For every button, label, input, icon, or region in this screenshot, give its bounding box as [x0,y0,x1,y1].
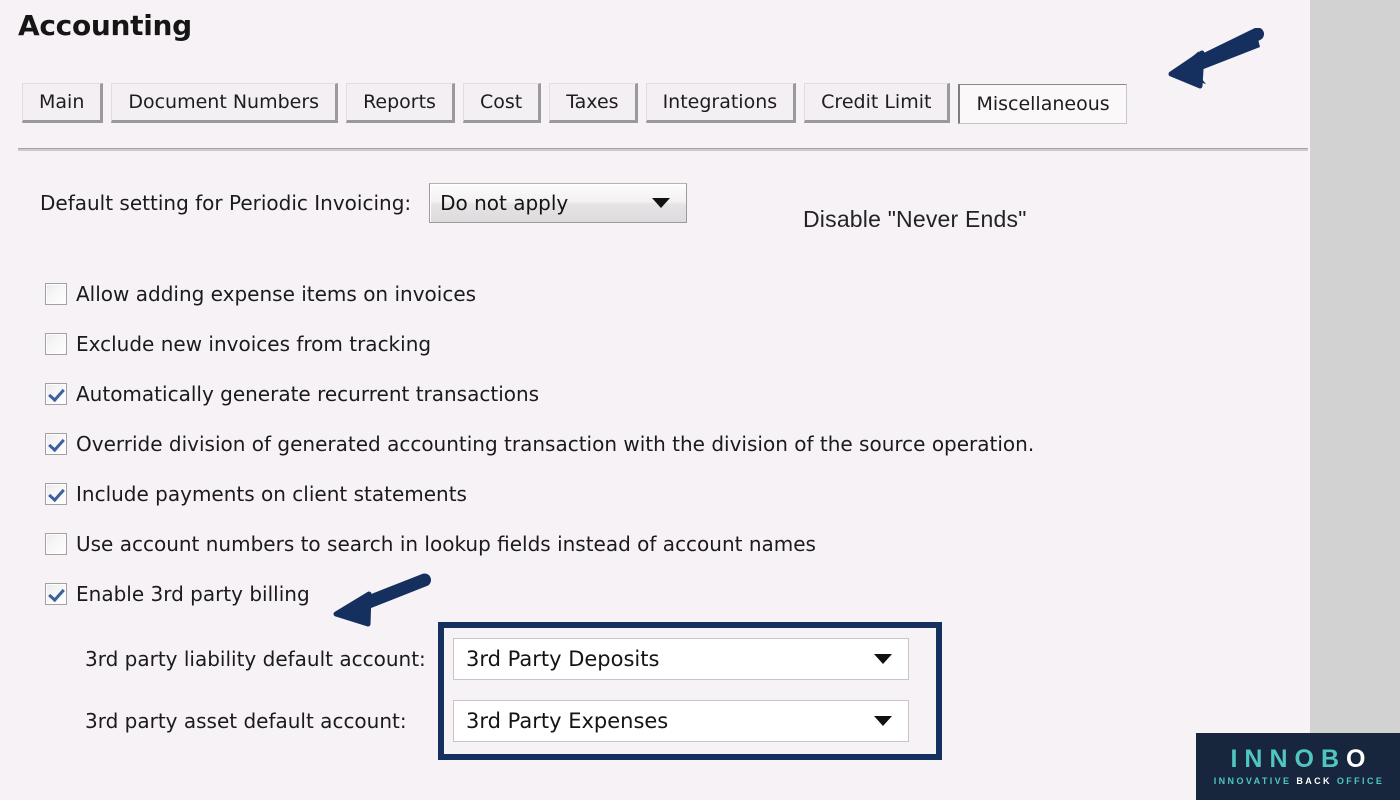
checkbox-row-exclude-new-invoices[interactable]: Exclude new invoices from tracking [45,331,1034,357]
periodic-invoicing-row: Default setting for Periodic Invoicing: … [40,183,688,223]
annotation-note: Disable "Never Ends" [803,206,1027,232]
right-grey-panel [1310,0,1400,800]
checkbox-label: Exclude new invoices from tracking [76,332,432,356]
tab-miscellaneous[interactable]: Miscellaneous [958,84,1127,124]
page-title: Accounting [18,9,192,42]
checkbox-unchecked-icon[interactable] [45,283,67,305]
tab-integrations[interactable]: Integrations [645,83,797,123]
tab-strip: Main Document Numbers Reports Cost Taxes… [22,83,1127,124]
logo-word-white: O [1346,745,1373,773]
checkbox-unchecked-icon[interactable] [45,333,67,355]
tab-reports[interactable]: Reports [346,83,455,123]
periodic-invoicing-select[interactable]: Do not apply [429,183,688,223]
checkbox-label: Override division of generated accountin… [76,432,1035,456]
innobo-logo: INNOBO INNOVATIVE BACK OFFICE [1196,733,1400,800]
checkbox-label: Include payments on client statements [76,482,467,506]
app-screen: Accounting Main Document Numbers Reports… [0,0,1400,800]
checkbox-checked-icon[interactable] [45,583,67,605]
tab-label: Main [39,91,85,113]
tab-document-numbers[interactable]: Document Numbers [111,83,339,123]
third-party-liability-value: 3rd Party Deposits [466,647,660,671]
tab-main[interactable]: Main [22,83,104,123]
logo-tagline: INNOVATIVE BACK OFFICE [1214,777,1385,786]
checkbox-label: Enable 3rd party billing [76,582,310,606]
checkbox-checked-icon[interactable] [45,433,67,455]
third-party-liability-select[interactable]: 3rd Party Deposits [453,638,909,680]
checkbox-row-auto-recurrent-transactions[interactable]: Automatically generate recurrent transac… [45,381,1034,407]
tab-label: Reports [363,91,436,113]
checkbox-unchecked-icon[interactable] [45,533,67,555]
periodic-invoicing-label: Default setting for Periodic Invoicing: [40,191,412,215]
tab-credit-limit[interactable]: Credit Limit [804,83,951,123]
third-party-liability-row: 3rd party liability default account: 3rd… [85,638,909,680]
arrow-left-icon [1168,28,1264,89]
tab-label: Credit Limit [821,91,932,113]
third-party-asset-select[interactable]: 3rd Party Expenses [453,700,909,742]
checkbox-row-override-division[interactable]: Override division of generated accountin… [45,431,1034,457]
tab-taxes[interactable]: Taxes [549,83,638,123]
logo-wordmark: INNOBO [1230,747,1372,772]
logo-word-teal: INNOB [1230,745,1347,773]
third-party-asset-label: 3rd party asset default account: [85,709,407,733]
checkbox-row-allow-expense-items[interactable]: Allow adding expense items on invoices [45,281,1034,307]
chevron-down-icon [652,198,671,208]
tab-cost[interactable]: Cost [462,83,542,123]
checkbox-label: Automatically generate recurrent transac… [76,382,540,406]
periodic-invoicing-value: Do not apply [440,191,569,215]
third-party-liability-label: 3rd party liability default account: [85,647,426,671]
checkbox-checked-icon[interactable] [45,383,67,405]
tab-label: Integrations [662,91,778,113]
chevron-down-icon [874,716,892,726]
logo-tagline-part3: OFFICE [1336,776,1385,786]
checkbox-label: Allow adding expense items on invoices [76,282,477,306]
checkbox-checked-icon[interactable] [45,483,67,505]
tab-label: Cost [479,91,523,113]
tab-label: Miscellaneous [976,93,1110,115]
third-party-asset-row: 3rd party asset default account: 3rd Par… [85,700,909,742]
checkbox-row-use-account-numbers[interactable]: Use account numbers to search in lookup … [45,531,1034,557]
third-party-asset-value: 3rd Party Expenses [466,709,669,733]
settings-checkbox-list: Allow adding expense items on invoices E… [45,281,1034,631]
checkbox-row-include-payments-statements[interactable]: Include payments on client statements [45,481,1034,507]
tab-label: Document Numbers [128,91,320,113]
chevron-down-icon [874,654,892,664]
logo-tagline-part1: INNOVATIVE [1213,776,1292,786]
tab-separator [18,148,1308,151]
logo-tagline-part2: BACK [1296,776,1332,786]
tab-label: Taxes [566,91,619,113]
checkbox-label: Use account numbers to search in lookup … [76,532,816,556]
checkbox-row-enable-3rd-party-billing[interactable]: Enable 3rd party billing [45,581,1034,607]
